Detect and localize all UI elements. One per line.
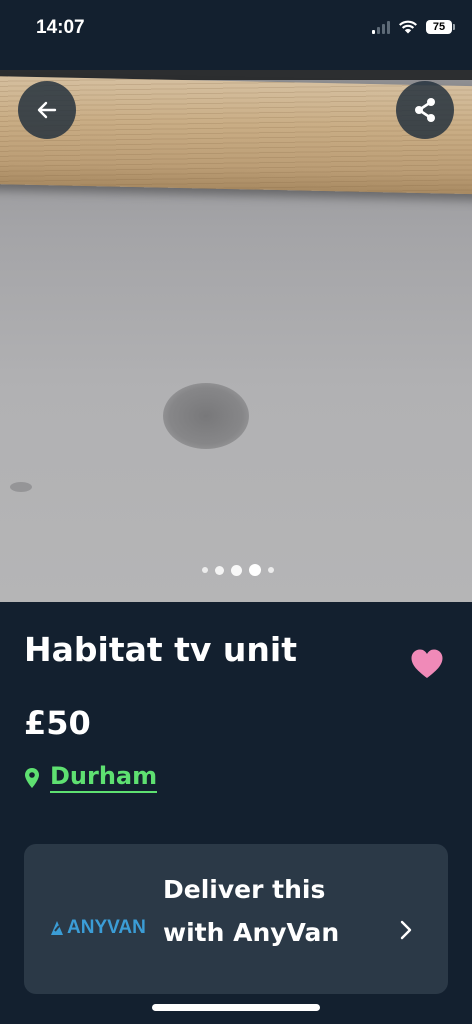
listing-photo-carousel[interactable] (0, 70, 472, 602)
pagination-dot[interactable] (215, 565, 224, 575)
share-icon (415, 98, 435, 122)
home-indicator[interactable] (152, 1004, 320, 1011)
arrow-left-icon (37, 101, 57, 119)
location-text[interactable]: Durham (50, 762, 158, 793)
status-time: 14:07 (36, 17, 85, 38)
photo-mark (10, 482, 32, 492)
listing-price: £50 (24, 704, 91, 742)
heart-icon[interactable] (410, 648, 444, 680)
pagination-dot[interactable] (202, 567, 208, 573)
map-pin-icon (25, 767, 39, 788)
wifi-icon (399, 20, 417, 34)
status-bar: 14:07 75 (0, 0, 472, 70)
listing-screen: 14:07 75 Habitat tv unit £50 Durham ANYV… (0, 0, 472, 1024)
battery-icon: 75 (426, 19, 455, 34)
status-icons: 75 (372, 19, 455, 34)
anyvan-logo-text: ANYVAN (67, 917, 146, 938)
pagination-dot-active[interactable] (249, 564, 261, 576)
listing-title: Habitat tv unit (24, 630, 297, 669)
photo-stain (163, 383, 249, 449)
anyvan-delivery-card[interactable]: ANYVAN Deliver this with AnyVan (24, 844, 448, 994)
pagination-dot[interactable] (268, 567, 274, 573)
pagination-dot[interactable] (231, 564, 242, 576)
share-button[interactable] (396, 81, 454, 139)
chevron-right-icon (400, 920, 412, 940)
anyvan-logo: ANYVAN (49, 917, 146, 939)
delivery-text: Deliver this with AnyVan (163, 875, 340, 947)
cellular-signal-icon (372, 20, 390, 34)
back-button[interactable] (18, 81, 76, 139)
anyvan-logo-icon (51, 921, 63, 935)
photo-pagination-dots[interactable] (0, 564, 472, 576)
listing-location-link[interactable]: Durham (24, 762, 158, 793)
